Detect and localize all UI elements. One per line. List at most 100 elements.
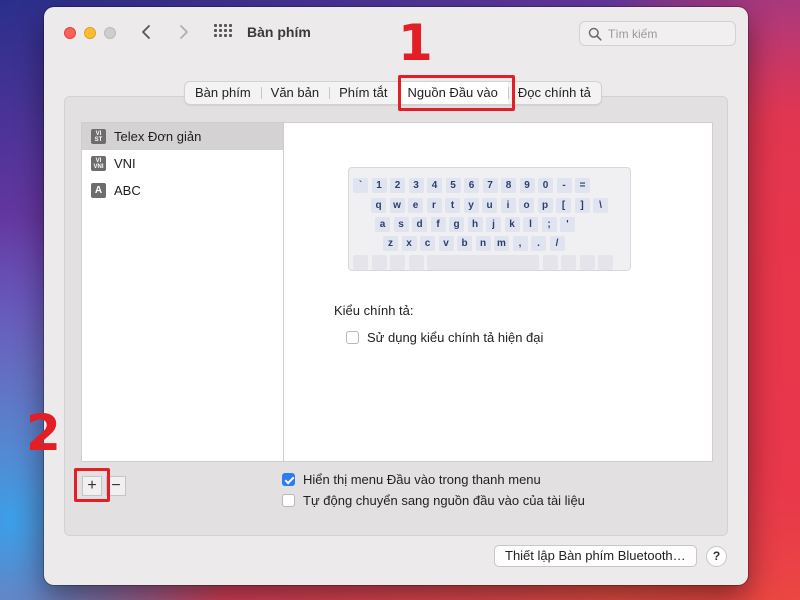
- input-source-abc[interactable]: A ABC: [82, 177, 283, 204]
- chevron-right-icon: [180, 25, 188, 39]
- keyboard-key: c: [420, 236, 435, 251]
- keyboard-key: ,: [512, 236, 528, 251]
- help-button[interactable]: ?: [706, 546, 727, 567]
- keyboard-key: i: [500, 198, 516, 213]
- keyboard-key: [371, 255, 387, 270]
- input-source-detail: ` 1 2 3 4 5 6 7 8 9 0- = q w e r t y u i o p[] \ a s d f g h j k l; ' z x c…: [283, 122, 713, 462]
- input-source-label: VNI: [114, 156, 136, 171]
- modern-spelling-checkbox[interactable]: [346, 331, 359, 344]
- keyboard-key: f: [430, 217, 446, 232]
- forward-button[interactable]: [172, 21, 194, 43]
- keyboard-key: o: [519, 198, 534, 213]
- input-source-telex[interactable]: VI ST Telex Đơn giản: [82, 123, 283, 150]
- keyboard-preferences-window: Bàn phím Bàn phím Văn bản Phím tắt Nguồn…: [44, 7, 748, 585]
- input-source-vni[interactable]: VI VNI VNI: [82, 150, 283, 177]
- keyboard-key: h: [467, 217, 483, 232]
- keyboard-key: n: [475, 236, 491, 251]
- vietnamese-telex-icon: VI ST: [91, 129, 106, 144]
- zoom-window-button[interactable]: [104, 27, 116, 39]
- keyboard-key: s: [393, 217, 409, 232]
- keyboard-key: l: [523, 217, 538, 232]
- search-input[interactable]: [608, 25, 728, 43]
- keyboard-key: r: [426, 198, 442, 213]
- keyboard-key: e: [408, 198, 423, 213]
- keyboard-key: 5: [445, 178, 461, 193]
- keyboard-key: [561, 255, 576, 270]
- tab-keyboard[interactable]: Bàn phím: [185, 82, 261, 104]
- vietnamese-vni-icon: VI VNI: [91, 156, 106, 171]
- auto-switch-checkbox[interactable]: [282, 494, 295, 507]
- keyboard-key: ': [560, 217, 575, 232]
- keyboard-key: z: [383, 236, 398, 251]
- keyboard-key: 4: [427, 178, 442, 193]
- input-source-list: VI ST Telex Đơn giản VI VNI VNI A ABC: [81, 122, 284, 462]
- tab-shortcuts[interactable]: Phím tắt: [329, 82, 397, 104]
- keyboard-key: 2: [390, 178, 405, 193]
- keyboard-key: [542, 255, 558, 270]
- keyboard-key: /: [549, 236, 565, 251]
- auto-switch-option[interactable]: Tự động chuyển sang nguồn đầu vào của tà…: [282, 493, 585, 508]
- modern-spelling-option[interactable]: Sử dụng kiểu chính tả hiện đại: [346, 330, 543, 345]
- keyboard-key: 0: [538, 178, 553, 193]
- keyboard-key: [598, 255, 613, 270]
- keyboard-key: w: [389, 198, 405, 213]
- tab-input-sources[interactable]: Nguồn Đầu vào: [397, 82, 508, 104]
- window-title: Bàn phím: [247, 24, 311, 40]
- minimize-window-button[interactable]: [84, 27, 96, 39]
- keyboard-key: d: [412, 217, 427, 232]
- input-source-label: Telex Đơn giản: [114, 129, 202, 144]
- keyboard-key: p: [537, 198, 553, 213]
- keyboard-key: t: [445, 198, 460, 213]
- keyboard-key: 6: [464, 178, 479, 193]
- keyboard-key: ]: [574, 198, 590, 213]
- show-input-menu-checkbox[interactable]: [282, 473, 295, 486]
- keyboard-key: u: [482, 198, 497, 213]
- search-field[interactable]: [579, 21, 736, 46]
- keyboard-key: 1: [371, 178, 387, 193]
- keyboard-key: [427, 255, 539, 270]
- keyboard-key: y: [463, 198, 479, 213]
- keyboard-key: 7: [482, 178, 498, 193]
- keyboard-row: ` 1 2 3 4 5 6 7 8 9 0- =: [353, 178, 626, 193]
- keyboard-row: a s d f g h j k l; ': [375, 217, 626, 232]
- keyboard-space-row: [353, 255, 626, 270]
- keyboard-key: [: [556, 198, 571, 213]
- abc-layout-icon: A: [91, 183, 106, 198]
- keyboard-key: [390, 255, 405, 270]
- keyboard-key: 3: [408, 178, 424, 193]
- modern-spelling-label: Sử dụng kiểu chính tả hiện đại: [367, 330, 544, 345]
- keyboard-key: a: [375, 217, 390, 232]
- close-window-button[interactable]: [64, 27, 76, 39]
- keyboard-key: [579, 255, 595, 270]
- keyboard-key: v: [438, 236, 454, 251]
- keyboard-key: g: [449, 217, 464, 232]
- keyboard-key: [353, 255, 368, 270]
- show-input-menu-label: Hiển thị menu Đầu vào trong thanh menu: [303, 472, 541, 487]
- keyboard-row: z x c v b n m,. /: [383, 236, 626, 251]
- keyboard-key: ;: [541, 217, 557, 232]
- tab-dictation[interactable]: Đọc chính tả: [507, 82, 601, 104]
- keyboard-key: `: [353, 178, 368, 193]
- show-input-menu-option[interactable]: Hiển thị menu Đầu vào trong thanh menu: [282, 472, 541, 487]
- keyboard-key: q: [371, 198, 386, 213]
- tab-bar: Bàn phím Văn bản Phím tắt Nguồn Đầu vào …: [184, 81, 602, 105]
- back-button[interactable]: [136, 21, 158, 43]
- keyboard-key: \: [593, 198, 608, 213]
- add-button-highlight-box: [74, 468, 110, 502]
- keyboard-layout-preview: ` 1 2 3 4 5 6 7 8 9 0- = q w e r t y u i o p[] \ a s d f g h j k l; ' z x c…: [348, 167, 631, 271]
- keyboard-key: m: [494, 236, 509, 251]
- step-marker-2: 2: [26, 404, 61, 462]
- keyboard-key: =: [575, 178, 590, 193]
- keyboard-key: b: [457, 236, 472, 251]
- auto-switch-label: Tự động chuyển sang nguồn đầu vào của tà…: [303, 493, 585, 508]
- keyboard-key: [408, 255, 424, 270]
- search-icon: [588, 27, 602, 41]
- tab-text[interactable]: Văn bản: [260, 82, 329, 104]
- keyboard-key: 8: [501, 178, 516, 193]
- keyboard-key: .: [531, 236, 546, 251]
- keyboard-row: q w e r t y u i o p[] \: [371, 198, 626, 213]
- setup-bluetooth-keyboard-button[interactable]: Thiết lập Bàn phím Bluetooth…: [494, 545, 697, 567]
- show-all-grid-button[interactable]: [214, 24, 232, 42]
- input-source-label: ABC: [114, 183, 141, 198]
- keyboard-key: x: [401, 236, 417, 251]
